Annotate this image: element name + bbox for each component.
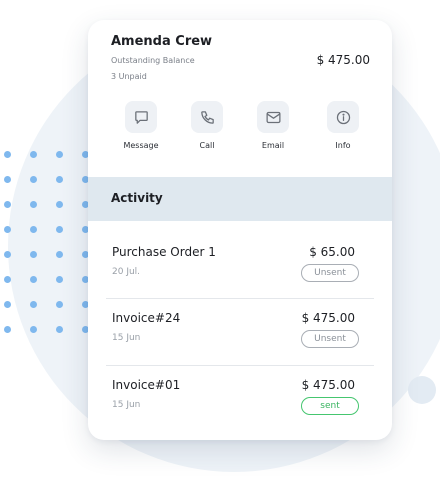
decorative-dot bbox=[30, 226, 37, 233]
info-button[interactable]: Info bbox=[313, 101, 373, 150]
decorative-dot bbox=[4, 226, 11, 233]
row-divider bbox=[106, 298, 374, 299]
decorative-dot bbox=[56, 301, 63, 308]
email-button[interactable]: Email bbox=[243, 101, 303, 150]
decorative-dot bbox=[4, 151, 11, 158]
activity-row-amount: $ 475.00 bbox=[301, 311, 355, 325]
decorative-dot bbox=[4, 176, 11, 183]
status-badge: Unsent bbox=[301, 330, 359, 348]
decorative-dot bbox=[56, 176, 63, 183]
decorative-dot bbox=[4, 276, 11, 283]
decorative-dot bbox=[30, 251, 37, 258]
decorative-dot bbox=[56, 226, 63, 233]
decorative-dot bbox=[30, 176, 37, 183]
customer-name: Amenda Crew bbox=[111, 34, 213, 49]
email-label: Email bbox=[261, 141, 285, 150]
activity-row-title: Invoice#01 bbox=[112, 378, 181, 392]
decorative-dot bbox=[56, 251, 63, 258]
activity-row-date: 15 Jun bbox=[112, 400, 141, 410]
decorative-dot bbox=[30, 151, 37, 158]
info-label: Info bbox=[335, 141, 351, 150]
activity-row-amount: $ 475.00 bbox=[301, 378, 355, 392]
decorative-dot bbox=[56, 326, 63, 333]
message-icon bbox=[125, 101, 157, 133]
phone-icon bbox=[191, 101, 223, 133]
customer-card: Amenda Crew Outstanding Balance 3 Unpaid… bbox=[88, 20, 392, 440]
unpaid-count: 3 Unpaid bbox=[111, 72, 147, 81]
balance-amount: $ 475.00 bbox=[316, 53, 370, 67]
envelope-icon bbox=[257, 101, 289, 133]
decorative-dot bbox=[4, 301, 11, 308]
activity-title: Activity bbox=[111, 191, 163, 205]
decorative-dot bbox=[56, 201, 63, 208]
activity-row-invoice-24[interactable]: Invoice#24 15 Jun $ 475.00 Unsent bbox=[88, 311, 392, 377]
activity-row-title: Invoice#24 bbox=[112, 311, 181, 325]
status-badge: sent bbox=[301, 397, 359, 415]
decorative-dot bbox=[30, 201, 37, 208]
contact-actions: Message Call Email Info bbox=[88, 101, 392, 171]
activity-header: Activity bbox=[88, 177, 392, 221]
info-icon bbox=[327, 101, 359, 133]
activity-row-purchase-order-1[interactable]: Purchase Order 1 20 Jul. $ 65.00 Unsent bbox=[88, 245, 392, 311]
message-button[interactable]: Message bbox=[111, 101, 171, 150]
decorative-dot bbox=[30, 276, 37, 283]
activity-row-amount: $ 65.00 bbox=[309, 245, 355, 259]
row-divider bbox=[106, 365, 374, 366]
message-label: Message bbox=[123, 141, 159, 150]
activity-row-invoice-01[interactable]: Invoice#01 15 Jun $ 475.00 sent bbox=[88, 378, 392, 440]
decorative-dot bbox=[30, 301, 37, 308]
activity-row-title: Purchase Order 1 bbox=[112, 245, 216, 259]
decorative-dot bbox=[56, 151, 63, 158]
status-badge: Unsent bbox=[301, 264, 359, 282]
call-button[interactable]: Call bbox=[177, 101, 237, 150]
activity-row-date: 20 Jul. bbox=[112, 267, 141, 277]
decorative-dot bbox=[56, 276, 63, 283]
decorative-dot bbox=[4, 201, 11, 208]
decorative-dot bbox=[4, 326, 11, 333]
outstanding-balance-label: Outstanding Balance bbox=[111, 56, 195, 65]
call-label: Call bbox=[199, 141, 215, 150]
decorative-dot bbox=[4, 251, 11, 258]
decorative-dot bbox=[30, 326, 37, 333]
activity-row-date: 15 Jun bbox=[112, 333, 141, 343]
